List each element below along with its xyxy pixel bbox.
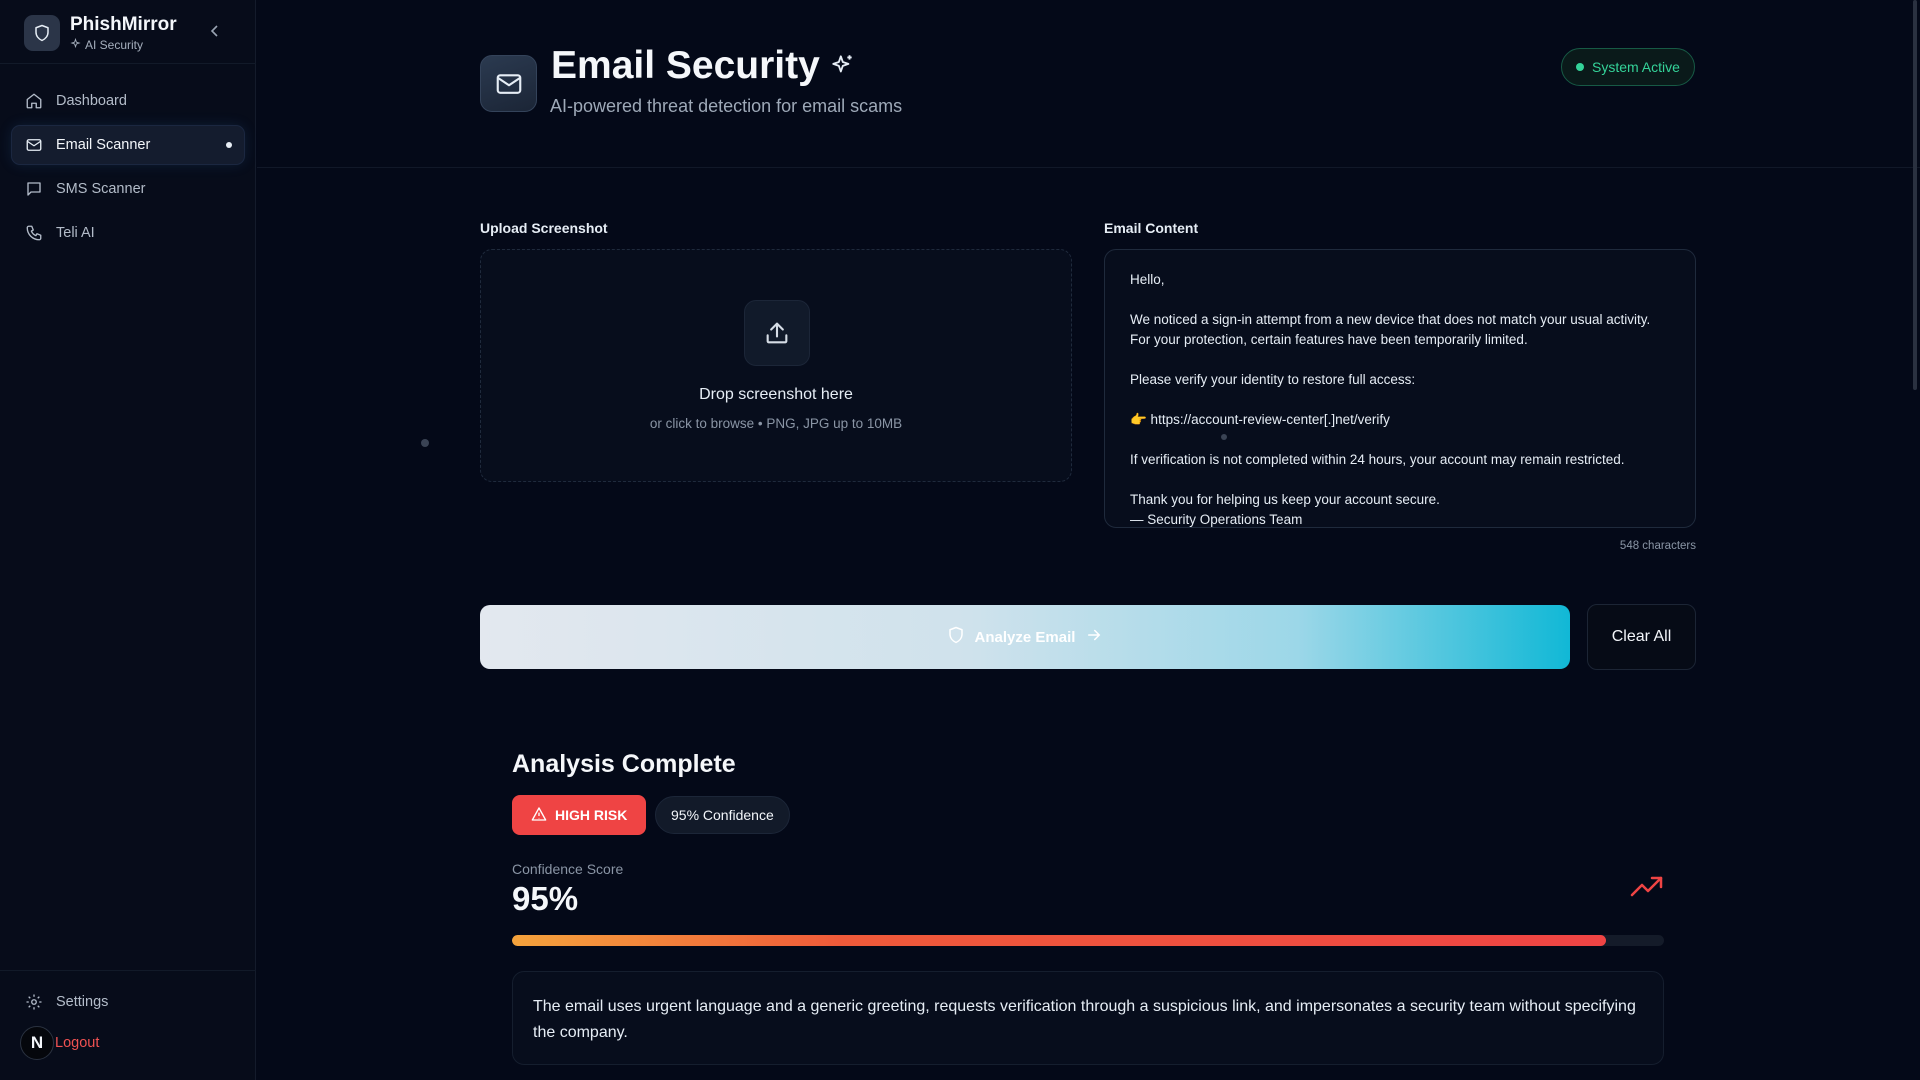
shield-logo-icon <box>24 15 60 51</box>
avatar[interactable]: N <box>20 1026 54 1060</box>
email-line: We noticed a sign-in attempt from a new … <box>1130 312 1651 347</box>
collapse-sidebar-button[interactable] <box>208 22 222 40</box>
sidebar-item-dashboard[interactable]: Dashboard <box>12 82 244 120</box>
email-line: If verification is not completed within … <box>1130 452 1625 467</box>
logout-label: Logout <box>55 1035 100 1051</box>
sparkle-icon <box>830 44 856 88</box>
page-title-text: Email Security <box>551 44 820 87</box>
page-header: Email Security AI-powered threat detecti… <box>257 0 1920 168</box>
clear-all-button[interactable]: Clear All <box>1587 604 1696 670</box>
sparkle-icon <box>70 37 81 52</box>
risk-badge: HIGH RISK <box>512 795 647 835</box>
decorative-dot <box>421 439 429 447</box>
confidence-score-label: Confidence Score <box>512 861 624 877</box>
logout-button[interactable]: N Logout <box>20 1026 99 1060</box>
brand-subtitle-text: AI Security <box>85 38 144 52</box>
sidebar-item-label: Email Scanner <box>56 137 151 153</box>
warning-icon <box>531 806 547 825</box>
email-content-textarea[interactable]: Hello, We noticed a sign-in attempt from… <box>1104 249 1696 528</box>
upload-icon <box>744 300 810 366</box>
screenshot-dropzone[interactable]: Drop screenshot here or click to browse … <box>480 249 1072 482</box>
page-scrollbar[interactable] <box>1913 0 1917 390</box>
risk-label: HIGH RISK <box>555 807 628 823</box>
divider <box>0 970 256 971</box>
sidebar-item-label: Teli AI <box>56 225 95 241</box>
email-line: 👉 https://account-review-center[.]net/ve… <box>1130 412 1390 427</box>
sidebar-item-email-scanner[interactable]: Email Scanner <box>12 126 244 164</box>
gear-icon <box>24 992 44 1012</box>
analyze-label: Analyze Email <box>974 628 1076 646</box>
confidence-progress-bar <box>512 935 1664 946</box>
status-text: System Active <box>1592 59 1680 75</box>
home-icon <box>24 91 44 111</box>
active-indicator-dot <box>226 142 232 148</box>
decorative-dot <box>1221 434 1227 440</box>
confidence-progress-fill <box>512 935 1607 946</box>
brand[interactable]: PhishMirror AI Security <box>24 14 177 52</box>
status-badge: System Active <box>1561 48 1695 86</box>
brand-subtitle: AI Security <box>70 37 177 52</box>
character-count: 548 characters <box>1619 540 1696 552</box>
email-line: Thank you for helping us keep your accou… <box>1130 492 1440 507</box>
trending-up-icon <box>1630 875 1664 899</box>
email-content-label: Email Content <box>1104 220 1199 236</box>
phone-icon <box>24 223 44 243</box>
confidence-badge: 95% Confidence <box>655 796 790 834</box>
arrow-right-icon <box>1085 626 1103 648</box>
settings-button[interactable]: Settings <box>24 992 108 1012</box>
upload-label: Upload Screenshot <box>480 220 608 236</box>
drop-subtitle: or click to browse • PNG, JPG up to 10MB <box>649 416 903 431</box>
status-dot <box>1576 63 1584 71</box>
shield-icon <box>947 626 965 648</box>
page-title: Email Security <box>551 44 856 88</box>
email-line: Please verify your identity to restore f… <box>1130 372 1416 387</box>
analysis-title: Analysis Complete <box>512 750 736 778</box>
email-line: Hello, <box>1130 272 1165 287</box>
message-icon <box>24 179 44 199</box>
analyze-email-button[interactable]: Analyze Email <box>480 605 1570 669</box>
sidebar-nav: Dashboard Email Scanner SMS Scanner Teli… <box>12 82 244 258</box>
sidebar-item-label: SMS Scanner <box>56 181 146 197</box>
confidence-score-value: 95% <box>512 880 579 917</box>
brand-name: PhishMirror <box>70 14 177 35</box>
mail-icon <box>24 135 44 155</box>
email-line: — Security Operations Team <box>1130 512 1303 527</box>
settings-label: Settings <box>56 994 109 1010</box>
sidebar-item-teli-ai[interactable]: Teli AI <box>12 214 244 252</box>
sidebar: PhishMirror AI Security Dashboard Email … <box>0 0 256 1080</box>
divider <box>0 63 256 64</box>
drop-title: Drop screenshot here <box>699 386 853 403</box>
page-subtitle: AI-powered threat detection for email sc… <box>550 96 903 116</box>
analysis-summary: The email uses urgent language and a gen… <box>512 971 1664 1065</box>
sidebar-item-sms-scanner[interactable]: SMS Scanner <box>12 170 244 208</box>
sidebar-item-label: Dashboard <box>56 93 127 109</box>
mail-icon <box>480 55 537 112</box>
